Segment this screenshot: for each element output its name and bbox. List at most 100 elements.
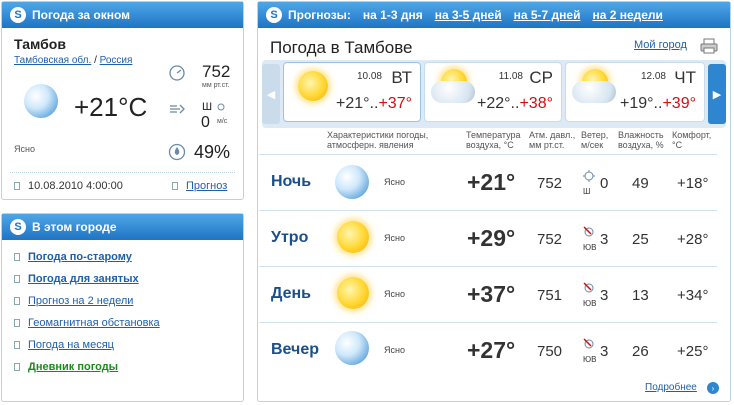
current-weather-title: Погода за окном (32, 8, 131, 22)
calm-wind-icon (217, 103, 225, 111)
row-period: Утро (271, 229, 309, 246)
header-wind: Ветер, м/сек (581, 130, 609, 150)
forecast-link[interactable]: Прогноз (186, 180, 227, 192)
day-date: 12.08 (640, 71, 666, 82)
city-link-month[interactable]: Погода на месяц (14, 334, 160, 356)
day-card-tue[interactable]: 10.08 ВТ +21°..+37° (283, 62, 421, 122)
city-links-title: В этом городе (32, 220, 117, 234)
more-arrow-icon[interactable]: › (707, 382, 719, 394)
row-pressure: 752 (537, 175, 563, 192)
row-humidity: 49 (632, 175, 649, 192)
day-low-temp: +19°.. (620, 95, 663, 112)
row-pressure: 751 (537, 287, 563, 304)
header-humidity: Влажность воздуха, % (618, 130, 664, 150)
day-high-temp: +38° (519, 95, 553, 112)
forecast-label: Прогнозы: (288, 8, 351, 22)
day-of-week: СР (529, 68, 553, 87)
print-icon[interactable] (700, 38, 718, 54)
row-temperature: +27° (467, 337, 516, 363)
wind-arrow-icon (583, 226, 594, 237)
day-date: 11.08 (498, 71, 523, 82)
tab-3-5-days[interactable]: на 3-5 дней (435, 8, 502, 22)
logo-icon: S (10, 7, 26, 23)
row-wind-speed: 3 (600, 231, 609, 248)
logo-icon: S (266, 7, 282, 23)
city-link-old-style[interactable]: Погода по-старому (14, 246, 160, 268)
day-card-thu[interactable]: 12.08 ЧТ +19°..+39° (565, 62, 705, 122)
bullet-icon (14, 319, 20, 327)
bullet-icon (14, 297, 20, 305)
table-row-evening: Вечер Ясно +27° 750 ЮВ 3 26 +25° (259, 322, 717, 378)
row-comfort: +18° (677, 175, 709, 192)
clear-night-icon (335, 165, 369, 199)
row-condition: Ясно (384, 177, 405, 187)
country-link[interactable]: Россия (100, 55, 133, 66)
bullet-icon (14, 341, 20, 349)
day-low-temp: +21°.. (336, 95, 379, 112)
row-wind-speed: 3 (600, 287, 609, 304)
more-details-link[interactable]: Подробнее (645, 382, 697, 393)
header-temperature: Температура воздуха, °С (466, 130, 521, 150)
row-wind-direction: ЮВ (583, 299, 597, 308)
clear-night-icon (24, 84, 58, 118)
observation-datetime: 10.08.2010 4:00:00 (28, 180, 123, 192)
wind-arrow-icon (583, 282, 594, 293)
city-link-diary[interactable]: Дневник погоды (14, 356, 160, 378)
row-comfort: +25° (677, 343, 709, 360)
header-pressure: Атм. давл., мм рт.ст. (529, 130, 576, 150)
row-temperature: +29° (467, 225, 516, 251)
tab-5-7-days[interactable]: на 5-7 дней (514, 8, 581, 22)
tab-2-weeks[interactable]: на 2 недели (592, 8, 662, 22)
row-wind-speed: 0 (600, 175, 609, 192)
day-of-week: ЧТ (674, 68, 696, 87)
city-name: Тамбов (14, 36, 66, 52)
logo-icon: S (10, 219, 26, 235)
region-link[interactable]: Тамбовская обл. (14, 55, 91, 66)
row-condition: Ясно (384, 289, 405, 299)
page-title: Погода в Тамбове (270, 38, 413, 57)
clear-night-icon (335, 331, 369, 365)
current-weather-header: S Погода за окном (2, 2, 243, 28)
bullet-icon (14, 253, 20, 261)
row-period: Вечер (271, 341, 320, 358)
sunny-icon (337, 277, 369, 309)
calendar-icon (14, 182, 20, 190)
pressure-unit: мм рт.ст. (202, 82, 230, 89)
row-condition: Ясно (384, 345, 405, 355)
current-wind-direction: Ш (202, 101, 213, 113)
wind-icon (170, 104, 185, 114)
current-pressure: 752 (202, 62, 231, 81)
day-date: 10.08 (356, 71, 382, 82)
city-link-two-weeks[interactable]: Прогноз на 2 недели (14, 290, 160, 312)
day-card-wed[interactable]: 11.08 СР +22°..+38° (424, 62, 562, 122)
city-link-geomagnetic[interactable]: Геомагнитная обстановка (14, 312, 160, 334)
row-period: День (271, 285, 311, 302)
city-link-busy[interactable]: Погода для занятых (14, 268, 160, 290)
row-wind-speed: 3 (600, 343, 609, 360)
row-humidity: 26 (632, 343, 649, 360)
forecast-doc-icon (172, 182, 178, 190)
sunny-icon (337, 221, 369, 253)
bullet-icon (14, 275, 20, 283)
next-days-arrow[interactable]: ▶ (708, 64, 726, 124)
my-city-link[interactable]: Мой город (634, 39, 687, 51)
row-temperature: +37° (467, 281, 516, 307)
city-links-panel: S В этом городе Погода по-старому Погода… (1, 213, 244, 402)
row-wind-direction: ЮВ (583, 243, 597, 252)
current-wind-speed: 0 (201, 114, 210, 131)
day-low-temp: +22°.. (477, 95, 520, 112)
table-row-night: Ночь Ясно +21° 752 Ш 0 49 +18° (259, 154, 717, 210)
current-condition: Ясно (14, 144, 35, 154)
prev-days-arrow[interactable]: ◀ (262, 64, 280, 124)
current-temperature: +21°C (74, 92, 148, 122)
city-links-header: S В этом городе (2, 214, 243, 240)
row-condition: Ясно (384, 233, 405, 243)
row-pressure: 750 (537, 343, 563, 360)
row-wind-direction: Ш (583, 187, 591, 196)
day-high-temp: +37° (378, 95, 412, 112)
tab-1-3-days[interactable]: на 1-3 дня (363, 8, 423, 22)
row-humidity: 13 (632, 287, 649, 304)
day-of-week: ВТ (391, 68, 412, 87)
calm-wind-icon (583, 170, 595, 182)
table-row-morning: Утро Ясно +29° 752 ЮВ 3 25 +28° (259, 210, 717, 266)
